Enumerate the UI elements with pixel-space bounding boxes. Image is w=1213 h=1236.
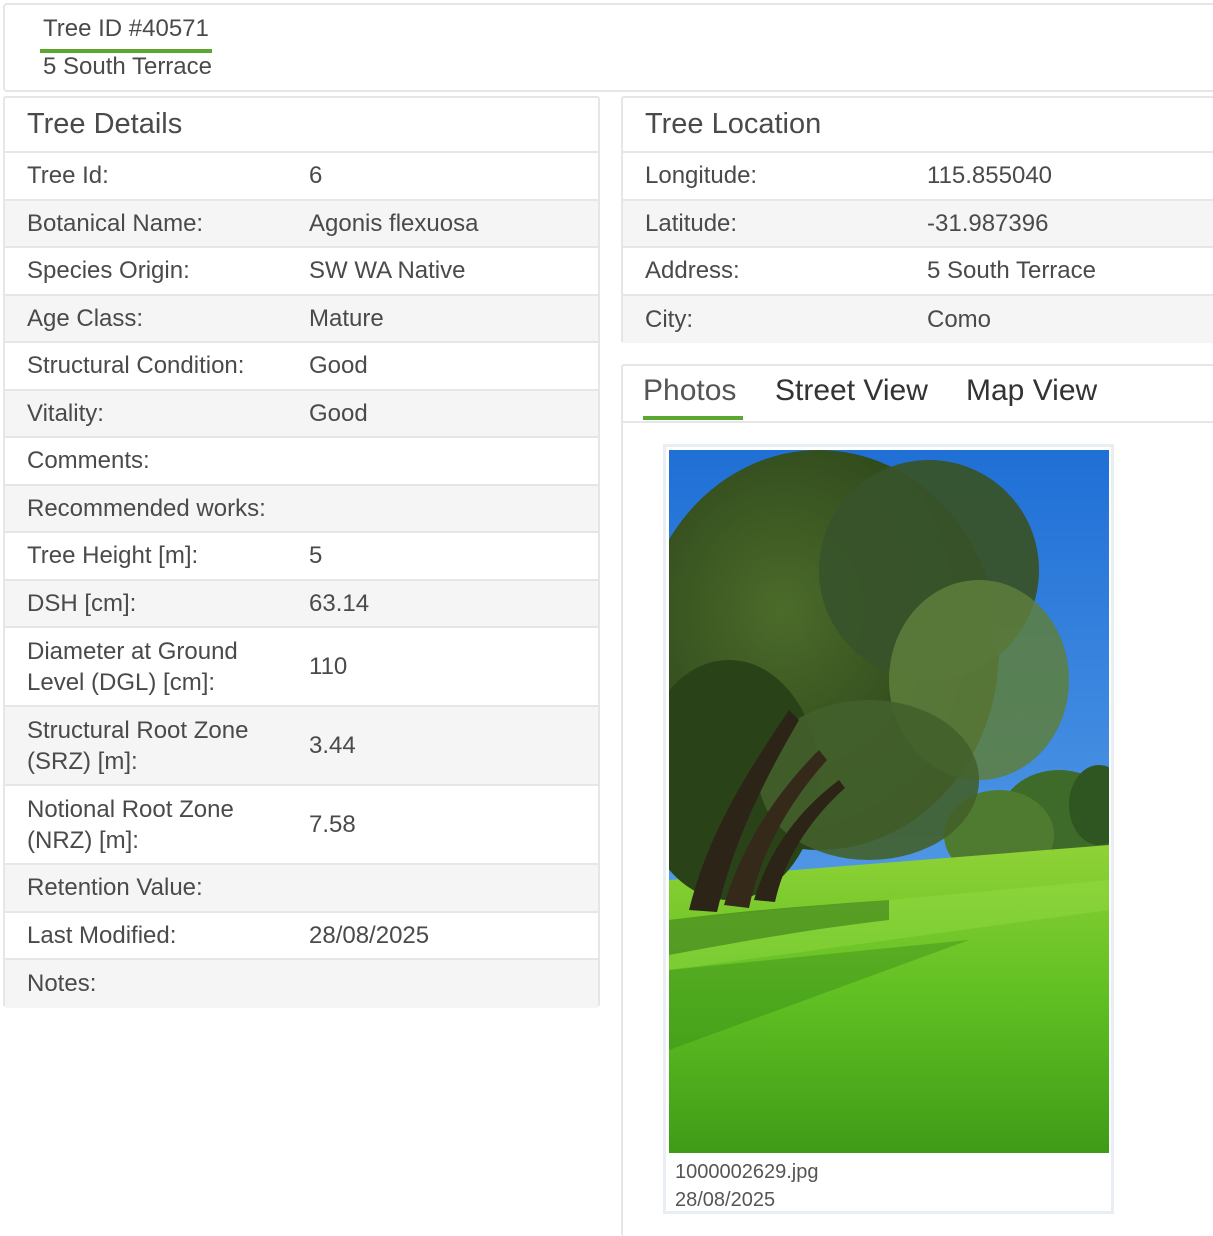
tab-street-view[interactable]: Street View: [775, 374, 928, 408]
tree-location-panel: Tree Location Longitude: 115.855040 Lati…: [621, 96, 1213, 343]
detail-row-nrz: Notional Root Zone (NRZ) [m]: 7.58: [5, 786, 598, 865]
tree-id-title: Tree ID #40571: [40, 15, 212, 53]
detail-row-tree-id: Tree Id: 6: [5, 153, 598, 201]
tree-photo[interactable]: [669, 450, 1109, 1153]
detail-label: Tree Id:: [27, 162, 109, 190]
detail-value: Mature: [309, 304, 384, 332]
detail-row-dgl: Diameter at Ground Level (DGL) [cm]: 110: [5, 628, 598, 707]
detail-label: Comments:: [27, 447, 150, 475]
location-row-latitude: Latitude: -31.987396: [623, 200, 1213, 248]
tree-location-title: Tree Location: [623, 98, 1213, 153]
detail-value: 5: [309, 542, 323, 570]
tab-map-view[interactable]: Map View: [966, 374, 1097, 408]
detail-value: Agonis flexuosa: [309, 209, 479, 237]
media-panel: Photos Street View Map View 1000002629.j…: [621, 364, 1213, 1236]
location-value: Como: [927, 305, 992, 333]
detail-label: Structural Condition:: [27, 352, 245, 380]
media-tabs: Photos Street View Map View: [623, 366, 1213, 423]
detail-label: Notional Root Zone (NRZ) [m]:: [27, 795, 234, 854]
detail-label: Structural Root Zone (SRZ) [m]:: [27, 716, 249, 775]
detail-value: 28/08/2025: [309, 921, 430, 949]
detail-label: Age Class:: [27, 304, 144, 332]
photo-filename: 1000002629.jpg: [675, 1161, 819, 1183]
detail-label: Notes:: [27, 970, 97, 998]
detail-value: 7.58: [309, 811, 356, 838]
photo-card[interactable]: 1000002629.jpg 28/08/2025: [663, 444, 1114, 1214]
tree-header-card: Tree ID #40571 5 South Terrace: [3, 3, 1213, 92]
detail-row-vitality: Vitality: Good: [5, 390, 598, 438]
detail-row-srz: Structural Root Zone (SRZ) [m]: 3.44: [5, 707, 598, 786]
detail-label: Diameter at Ground Level (DGL) [cm]:: [27, 637, 238, 696]
photo-caption: 1000002629.jpg 28/08/2025: [675, 1158, 818, 1214]
detail-row-comments: Comments:: [5, 438, 598, 486]
detail-label: Vitality:: [27, 399, 104, 427]
detail-value: SW WA Native: [309, 257, 466, 285]
location-value: 5 South Terrace: [927, 257, 1096, 285]
detail-value: Good: [309, 352, 368, 380]
detail-value: 3.44: [309, 732, 356, 759]
detail-label: Species Origin:: [27, 257, 190, 285]
detail-label: Last Modified:: [27, 921, 177, 949]
detail-row-botanical-name: Botanical Name: Agonis flexuosa: [5, 200, 598, 248]
photo-date: 28/08/2025: [675, 1189, 776, 1211]
detail-row-dsh: DSH [cm]: 63.14: [5, 580, 598, 628]
active-tab-indicator: [643, 416, 743, 420]
location-row-longitude: Longitude: 115.855040: [623, 153, 1213, 201]
location-label: Latitude:: [645, 209, 738, 237]
detail-label: Tree Height [m]:: [27, 542, 199, 570]
detail-label: DSH [cm]:: [27, 589, 137, 617]
detail-value: 63.14: [309, 589, 370, 617]
location-label: Address:: [645, 257, 740, 285]
location-row-address: Address: 5 South Terrace: [623, 248, 1213, 296]
detail-row-notes: Notes:: [5, 960, 598, 1008]
detail-label: Retention Value:: [27, 874, 203, 902]
detail-label: Botanical Name:: [27, 209, 204, 237]
location-value: -31.987396: [927, 209, 1049, 237]
detail-row-last-modified: Last Modified: 28/08/2025: [5, 913, 598, 960]
tree-details-panel: Tree Details Tree Id: 6 Botanical Name: …: [3, 96, 600, 1008]
detail-row-structural-condition: Structural Condition: Good: [5, 343, 598, 391]
location-label: Longitude:: [645, 162, 758, 190]
detail-row-species-origin: Species Origin: SW WA Native: [5, 248, 598, 296]
detail-row-retention-value: Retention Value:: [5, 865, 598, 913]
location-value: 115.855040: [927, 162, 1053, 190]
detail-value: 6: [309, 162, 323, 190]
tree-address-subtitle: 5 South Terrace: [43, 53, 212, 80]
tab-photos[interactable]: Photos: [643, 374, 736, 408]
detail-row-recommended-works: Recommended works:: [5, 485, 598, 533]
detail-value: 110: [309, 653, 348, 680]
location-label: City:: [645, 305, 693, 333]
detail-value: Good: [309, 399, 368, 427]
detail-label: Recommended works:: [27, 494, 266, 522]
detail-row-age-class: Age Class: Mature: [5, 295, 598, 343]
detail-row-tree-height: Tree Height [m]: 5: [5, 533, 598, 581]
location-row-city: City: Como: [623, 295, 1213, 343]
tree-details-title: Tree Details: [5, 98, 598, 153]
